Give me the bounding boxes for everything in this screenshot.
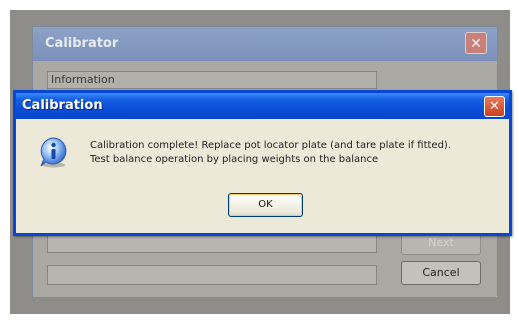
cancel-button[interactable]: Cancel (401, 261, 481, 285)
status-field-1 (47, 233, 377, 253)
message-line-2: Test balance operation by placing weight… (90, 154, 379, 165)
information-group: Information (47, 71, 377, 89)
information-label: Information (51, 73, 115, 86)
calibrator-title: Calibrator (45, 36, 119, 51)
info-icon (40, 137, 67, 168)
status-field-2 (47, 265, 377, 285)
calibrator-titlebar: Calibrator ✕ (33, 27, 497, 61)
close-icon: ✕ (489, 99, 500, 114)
calibrator-close-button[interactable]: ✕ (465, 32, 487, 54)
ok-button[interactable]: OK (228, 193, 303, 217)
dialog-title: Calibration (22, 98, 103, 113)
close-icon: ✕ (470, 36, 482, 52)
dialog-message: Calibration complete! Replace pot locato… (90, 139, 500, 167)
message-line-1: Calibration complete! Replace pot locato… (90, 140, 452, 151)
dialog-close-button[interactable]: ✕ (484, 96, 505, 117)
calibration-message-box: Calibration ✕ Calibration complete! Repl… (13, 90, 512, 236)
dialog-titlebar: Calibration ✕ (16, 93, 509, 119)
